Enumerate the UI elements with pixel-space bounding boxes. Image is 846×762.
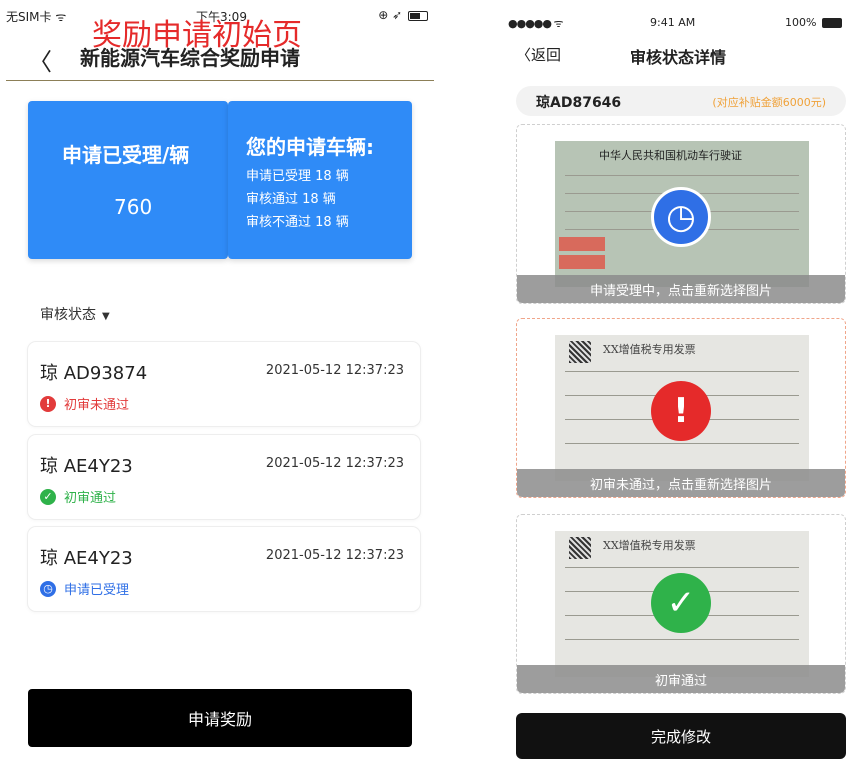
summary-count: 760 [114,195,153,219]
record-plate: 琼 AD93874 [40,363,148,384]
status-time: 9:41 AM [650,16,696,29]
vehicles-card: 您的申请车辆: 申请已受理 18 辆 审核通过 18 辆 审核不通过 18 辆 [228,101,412,259]
status-icons: ⊕ ➶ [378,8,428,22]
record-plate: 琼 AE4Y23 [40,456,133,477]
record-status: ! 初审未通过 [40,394,129,413]
check-icon: ✓ [651,573,711,633]
back-button[interactable]: 〈 [28,42,52,77]
right-screen: ●●●●● ᯤ 9:41 AM 100% 〈返回 审核状态详情 琼AD87646… [500,0,846,762]
doc-line [565,443,799,444]
record-datetime: 2021-05-12 12:37:23 [265,456,404,471]
doc-title: XX增值税专用发票 [603,539,696,552]
summary-card: 申请已受理/辆 760 [28,101,228,259]
exclamation-icon: ! [40,395,56,412]
record-status: ✓ 初审通过 [40,487,116,506]
vehicles-approved: 审核通过 18 辆 [246,192,336,207]
check-icon: ✓ [40,488,56,505]
clock-icon: ◷ [40,580,56,597]
filter-label: 审核状态 [40,307,96,323]
invoice-image-upload[interactable]: XX增值税专用发票 ✓ 初审通过 [516,514,846,694]
plate-bar: 琼AD87646 (对应补贴金额6000元) [516,86,846,116]
left-screen: 无SIM卡 ᯤ 下午3:09 ⊕ ➶ 奖励申请初始页 〈 新能源汽车综合奖励申请… [0,0,440,762]
record-datetime: 2021-05-12 12:37:23 [265,548,404,563]
record-item[interactable]: 琼 AE4Y23 2021-05-12 12:37:23 ✓ 初审通过 [28,435,420,519]
battery-icon [822,18,842,28]
invoice-image-upload[interactable]: XX增值税专用发票 ! 初审未通过，点击重新选择图片 [516,318,846,498]
finish-edit-button[interactable]: 完成修改 [516,713,846,759]
vehicles-rejected: 审核不通过 18 辆 [246,215,349,230]
record-status-label: 初审通过 [64,491,117,506]
record-plate: 琼 AE4Y23 [40,548,133,569]
plate-number: 琼AD87646 [536,95,622,111]
nav-divider [6,80,434,81]
record-item[interactable]: 琼 AD93874 2021-05-12 12:37:23 ! 初审未通过 [28,342,420,426]
status-filter-dropdown[interactable]: 审核状态 ▼ [40,304,110,324]
back-button[interactable]: 〈返回 [516,44,561,65]
vehicles-title: 您的申请车辆: [246,135,374,159]
record-status-label: 申请已受理 [64,583,130,598]
status-misc-icons: ⊕ ➶ [378,8,403,22]
doc-title: 中华人民共和国机动车行驶证 [599,149,742,162]
page-title: 审核状态详情 [630,48,727,67]
summary-title: 申请已受理/辆 [62,143,190,167]
doc-line [565,175,799,176]
battery-percent: 100% [785,16,817,29]
doc-line [565,639,799,640]
subsidy-amount: (对应补贴金额6000元) [712,96,826,109]
record-datetime: 2021-05-12 12:37:23 [265,363,404,378]
qr-code [569,341,591,363]
record-status-label: 初审未通过 [64,398,130,413]
license-image-upload[interactable]: 中华人民共和国机动车行驶证 ◷ 申请受理中，点击重新选择图片 [516,124,846,304]
battery-indicator: 100% [785,16,842,29]
apply-reward-button[interactable]: 申请奖励 [28,689,412,747]
doc-line [565,371,799,372]
record-item[interactable]: 琼 AE4Y23 2021-05-12 12:37:23 ◷ 申请已受理 [28,527,420,611]
image-caption: 初审通过 [517,665,845,693]
qr-code [569,537,591,559]
exclamation-icon: ! [651,381,711,441]
caret-down-icon: ▼ [102,311,110,322]
doc-title: XX增值税专用发票 [603,343,696,356]
image-caption: 申请受理中，点击重新选择图片 [517,275,845,303]
chevron-left-icon: 〈 [28,48,52,76]
battery-icon [408,10,428,21]
clock-icon: ◷ [651,187,711,247]
image-caption: 初审未通过，点击重新选择图片 [517,469,845,497]
carrier-label: 无SIM卡 ᯤ [6,10,67,24]
record-status: ◷ 申请已受理 [40,579,129,598]
signal-icon: ●●●●● ᯤ [508,17,564,30]
vehicles-accepted: 申请已受理 18 辆 [246,169,349,184]
doc-line [565,567,799,568]
doc-stamp [559,237,605,251]
doc-stamp [559,255,605,269]
page-title: 新能源汽车综合奖励申请 [80,46,300,70]
